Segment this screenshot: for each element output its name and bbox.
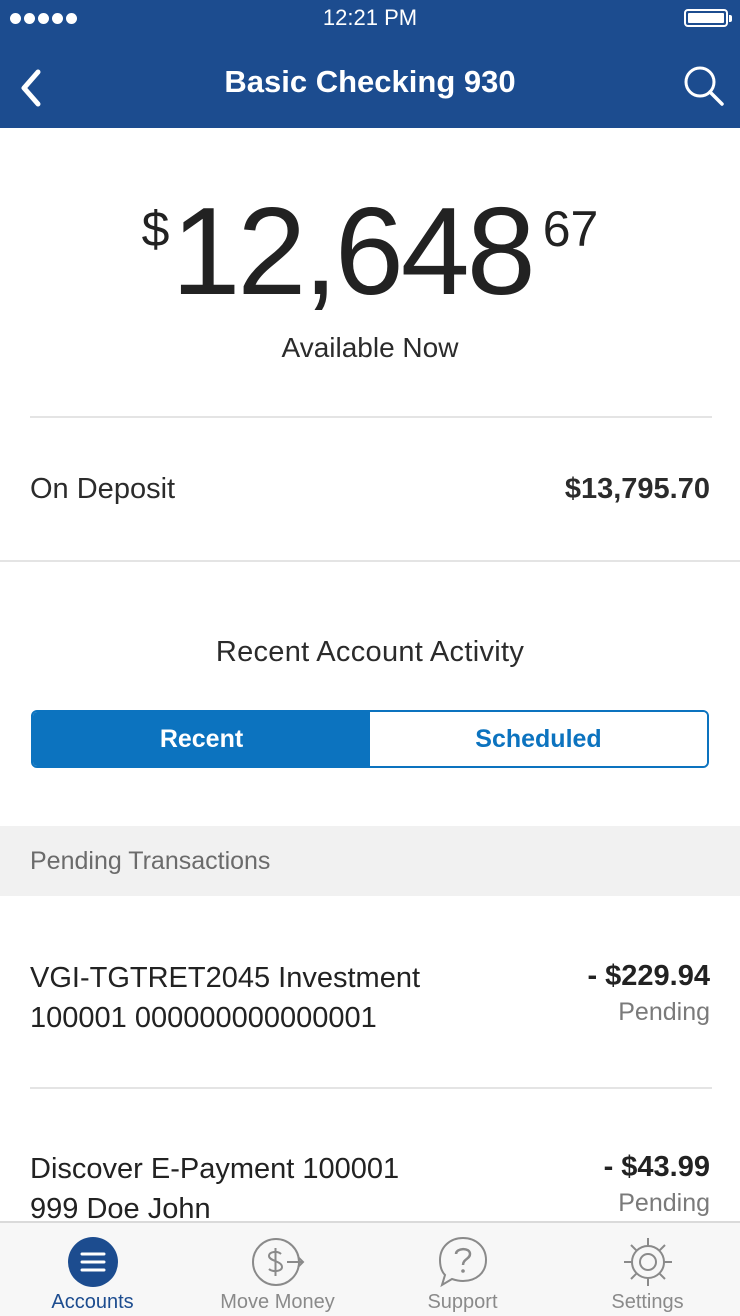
transaction-line2: 100001 000000000000001: [30, 1002, 377, 1034]
search-button[interactable]: [676, 58, 732, 114]
gear-icon: [623, 1238, 672, 1286]
tab-scheduled[interactable]: Scheduled: [370, 712, 707, 766]
page-title: Basic Checking 930: [224, 64, 516, 99]
app-header: 12:21 PM Basic Checking 930: [0, 0, 740, 128]
balance-cents: 67: [542, 201, 599, 257]
status-bar: 12:21 PM: [0, 0, 740, 40]
tab-label: Settings: [611, 1291, 684, 1313]
transaction-description: VGI-TGTRET2045 Investment 100001 0000000…: [30, 958, 500, 1038]
menu-icon: [67, 1237, 118, 1287]
divider: [0, 560, 740, 562]
available-now-label: Available Now: [281, 332, 459, 363]
bottom-tab-bar: Accounts Move Money Support Settings: [0, 1221, 740, 1316]
search-icon: [684, 66, 724, 106]
transaction-line1: VGI-TGTRET2045 Investment: [30, 962, 421, 994]
transaction-description: Discover E-Payment 100001 999 Doe John: [30, 1149, 500, 1229]
transaction-line1: Discover E-Payment 100001: [30, 1153, 400, 1185]
tab-move-money[interactable]: Move Money: [185, 1223, 370, 1316]
transaction-row[interactable]: Discover E-Payment 100001 999 Doe John -…: [0, 1149, 740, 1229]
tab-support[interactable]: Support: [370, 1223, 555, 1316]
battery-icon: [684, 9, 732, 27]
available-balance: $ 12,648 67: [0, 182, 740, 322]
tab-recent[interactable]: Recent: [33, 712, 370, 766]
activity-title: Recent Account Activity: [215, 636, 525, 668]
tab-label: Support: [427, 1291, 498, 1313]
on-deposit-label: On Deposit: [30, 473, 176, 505]
transaction-status: Pending: [618, 1189, 710, 1217]
status-time: 12:21 PM: [322, 5, 418, 30]
tab-label: Move Money: [220, 1291, 335, 1313]
on-deposit-value: $13,795.70: [564, 473, 710, 505]
currency-symbol: $: [141, 201, 170, 257]
transaction-status: Pending: [618, 998, 710, 1026]
pending-section-header: Pending Transactions: [0, 826, 740, 896]
transaction-amount: - $43.99: [603, 1151, 710, 1183]
transaction-row[interactable]: VGI-TGTRET2045 Investment 100001 0000000…: [0, 958, 740, 1048]
balance-whole: 12,648: [171, 183, 535, 321]
activity-segmented-control: Recent Scheduled: [31, 710, 709, 768]
tab-settings[interactable]: Settings: [555, 1223, 740, 1316]
question-bubble-icon: [438, 1236, 487, 1288]
divider: [30, 1087, 712, 1089]
tab-accounts[interactable]: Accounts: [0, 1223, 185, 1316]
pending-section-label: Pending Transactions: [30, 847, 271, 875]
divider: [30, 416, 712, 418]
tab-label: Accounts: [51, 1291, 134, 1313]
transfer-dollar-icon: [251, 1238, 304, 1286]
transaction-amount: - $229.94: [587, 960, 710, 992]
